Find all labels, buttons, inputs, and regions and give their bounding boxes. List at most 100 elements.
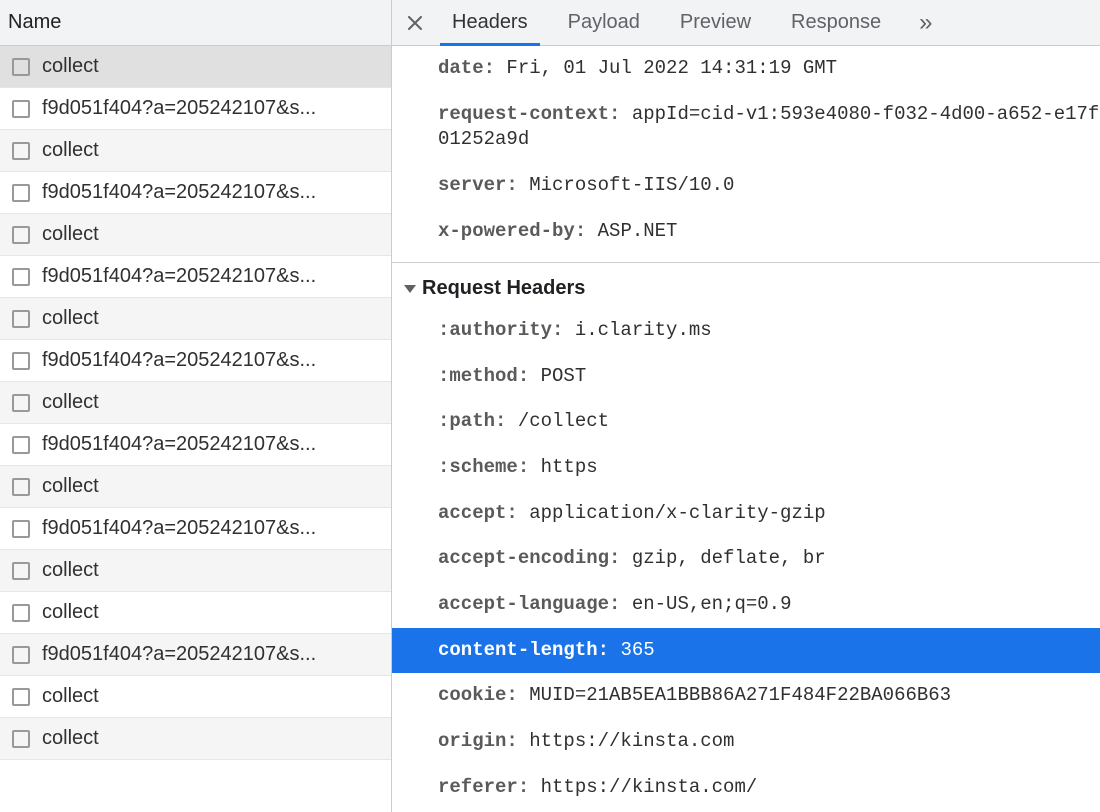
request-list-panel: Name collectf9d051f404?a=205242107&s...c… — [0, 0, 392, 812]
network-request-row[interactable]: f9d051f404?a=205242107&s... — [0, 424, 391, 466]
header-entry[interactable]: referer: https://kinsta.com/ — [392, 765, 1100, 811]
network-request-row[interactable]: collect — [0, 130, 391, 172]
network-request-row[interactable]: collect — [0, 718, 391, 760]
request-name-label: f9d051f404?a=205242107&s... — [42, 517, 383, 540]
network-request-row[interactable]: collect — [0, 298, 391, 340]
header-value: i.clarity.ms — [575, 319, 712, 341]
headers-detail-body: date: Fri, 01 Jul 2022 14:31:19 GMTreque… — [392, 46, 1100, 812]
header-value: /collect — [518, 410, 609, 432]
header-entry[interactable]: accept-encoding: gzip, deflate, br — [392, 536, 1100, 582]
request-checkbox[interactable] — [12, 268, 30, 286]
request-checkbox[interactable] — [12, 58, 30, 76]
header-entry[interactable]: :scheme: https — [392, 445, 1100, 491]
header-value: en-US,en;q=0.9 — [632, 593, 792, 615]
header-name: date: — [438, 57, 506, 79]
network-request-row[interactable]: f9d051f404?a=205242107&s... — [0, 172, 391, 214]
chevron-right-double-icon: » — [919, 9, 932, 37]
header-entry[interactable]: origin: https://kinsta.com — [392, 719, 1100, 765]
network-request-row[interactable]: collect — [0, 382, 391, 424]
request-detail-panel: HeadersPayloadPreviewResponse » date: Fr… — [392, 0, 1100, 812]
request-checkbox[interactable] — [12, 184, 30, 202]
header-entry[interactable]: content-length: 365 — [392, 628, 1100, 674]
header-name: :method: — [438, 365, 541, 387]
network-request-row[interactable]: f9d051f404?a=205242107&s... — [0, 634, 391, 676]
tab-preview[interactable]: Preview — [660, 0, 771, 45]
request-checkbox[interactable] — [12, 436, 30, 454]
header-name: accept: — [438, 502, 529, 524]
header-entry[interactable]: cookie: MUID=21AB5EA1BBB86A271F484F22BA0… — [392, 673, 1100, 719]
header-entry[interactable]: accept: application/x-clarity-gzip — [392, 491, 1100, 537]
header-name: :authority: — [438, 319, 575, 341]
header-entry[interactable]: date: Fri, 01 Jul 2022 14:31:19 GMT — [392, 46, 1100, 92]
request-checkbox[interactable] — [12, 478, 30, 496]
header-value: Fri, 01 Jul 2022 14:31:19 GMT — [506, 57, 837, 79]
header-entry[interactable]: server: Microsoft-IIS/10.0 — [392, 163, 1100, 209]
header-entry[interactable]: accept-language: en-US,en;q=0.9 — [392, 582, 1100, 628]
request-checkbox[interactable] — [12, 562, 30, 580]
header-name: referer: — [438, 776, 541, 798]
network-request-row[interactable]: collect — [0, 592, 391, 634]
request-name-label: f9d051f404?a=205242107&s... — [42, 97, 383, 120]
network-request-row[interactable]: collect — [0, 214, 391, 256]
request-name-label: collect — [42, 139, 383, 162]
close-icon — [408, 16, 422, 30]
header-value: POST — [541, 365, 587, 387]
network-request-row[interactable]: collect — [0, 466, 391, 508]
triangle-down-icon — [404, 285, 416, 293]
column-header-name[interactable]: Name — [0, 0, 391, 46]
request-name-label: collect — [42, 727, 383, 750]
close-detail-button[interactable] — [398, 0, 432, 45]
request-checkbox[interactable] — [12, 394, 30, 412]
request-headers-section-toggle[interactable]: Request Headers — [392, 263, 1100, 308]
header-entry[interactable]: :method: POST — [392, 354, 1100, 400]
header-entry[interactable]: :authority: i.clarity.ms — [392, 308, 1100, 354]
header-name: x-powered-by: — [438, 220, 598, 242]
network-request-row[interactable]: collect — [0, 46, 391, 88]
network-request-row[interactable]: f9d051f404?a=205242107&s... — [0, 508, 391, 550]
header-entry[interactable]: request-context: appId=cid-v1:593e4080-f… — [392, 92, 1100, 163]
request-checkbox[interactable] — [12, 604, 30, 622]
header-name: :scheme: — [438, 456, 541, 478]
request-name-label: f9d051f404?a=205242107&s... — [42, 643, 383, 666]
detail-tab-bar: HeadersPayloadPreviewResponse » — [392, 0, 1100, 46]
request-name-label: f9d051f404?a=205242107&s... — [42, 265, 383, 288]
network-request-list: collect f9d051f404?a=205242107&s... collec… — [0, 46, 391, 812]
header-entry[interactable]: x-powered-by: ASP.NET — [392, 209, 1100, 255]
network-request-row[interactable]: collect — [0, 676, 391, 718]
request-name-label: collect — [42, 391, 383, 414]
header-name: server: — [438, 174, 529, 196]
header-entry[interactable]: :path: /collect — [392, 399, 1100, 445]
request-checkbox[interactable] — [12, 520, 30, 538]
request-name-label: collect — [42, 55, 383, 78]
header-name: cookie: — [438, 684, 529, 706]
network-request-row[interactable]: collect — [0, 550, 391, 592]
request-checkbox[interactable] — [12, 688, 30, 706]
header-name: request-context: — [438, 103, 632, 125]
network-request-row[interactable]: f9d051f404?a=205242107&s... — [0, 88, 391, 130]
header-name: content-length: — [438, 639, 620, 661]
request-checkbox[interactable] — [12, 100, 30, 118]
header-name: :path: — [438, 410, 518, 432]
request-checkbox[interactable] — [12, 646, 30, 664]
request-name-label: f9d051f404?a=205242107&s... — [42, 433, 383, 456]
header-value: ASP.NET — [598, 220, 678, 242]
header-name: origin: — [438, 730, 529, 752]
request-checkbox[interactable] — [12, 226, 30, 244]
request-name-label: f9d051f404?a=205242107&s... — [42, 349, 383, 372]
header-value: application/x-clarity-gzip — [529, 502, 825, 524]
tab-payload[interactable]: Payload — [548, 0, 660, 45]
request-name-label: collect — [42, 601, 383, 624]
tabs-overflow-button[interactable]: » — [901, 0, 950, 45]
request-checkbox[interactable] — [12, 730, 30, 748]
network-request-row[interactable]: f9d051f404?a=205242107&s... — [0, 340, 391, 382]
request-name-label: collect — [42, 685, 383, 708]
request-name-label: f9d051f404?a=205242107&s... — [42, 181, 383, 204]
request-name-label: collect — [42, 307, 383, 330]
network-request-row[interactable]: f9d051f404?a=205242107&s... — [0, 256, 391, 298]
request-checkbox[interactable] — [12, 352, 30, 370]
header-value: MUID=21AB5EA1BBB86A271F484F22BA066B63 — [529, 684, 951, 706]
request-checkbox[interactable] — [12, 310, 30, 328]
tab-response[interactable]: Response — [771, 0, 901, 45]
tab-headers[interactable]: Headers — [432, 0, 548, 45]
request-checkbox[interactable] — [12, 142, 30, 160]
